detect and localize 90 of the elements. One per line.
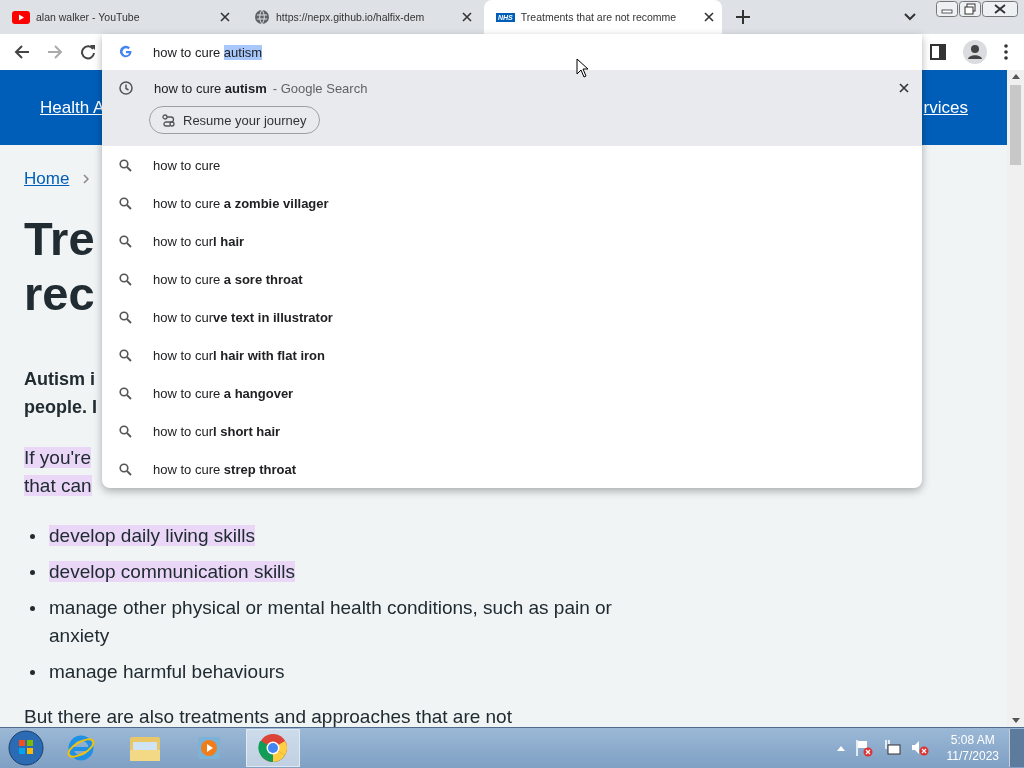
close-icon[interactable] [220,12,230,22]
network-icon[interactable] [882,739,901,757]
suggestion-text: how to cure strep throat [153,461,297,477]
back-icon[interactable] [14,44,30,60]
suggestion-row[interactable]: how to cure autism - Google Search Resume your journey [102,70,922,146]
suggestion-text: how to cure a hangover [153,385,294,401]
restore-icon[interactable] [959,1,981,17]
paragraph-text: that can [24,475,92,496]
address-field[interactable]: how to cure autism [153,44,263,60]
list-item-text: develop daily living skills [49,525,255,546]
suggestion-row[interactable]: how to curl hair [102,222,922,260]
suggestion-text: how to cure a zombie villager [153,195,329,211]
search-engine-icon [119,45,133,59]
search-icon [119,462,132,476]
list-item-text: develop communication skills [49,561,296,582]
bullet-icon [30,670,35,675]
flag-icon[interactable] [854,739,873,757]
play-logo-icon [12,10,30,24]
chevron-down-icon[interactable] [904,13,916,21]
chevron-right-icon [83,174,90,184]
nav-link[interactable]: rvices [923,97,968,118]
search-icon [119,272,132,286]
side-panel-icon[interactable] [930,44,946,60]
suggestion-row[interactable]: how to cure a hangover [102,374,922,412]
intro-text: people. I [24,397,97,417]
remove-icon[interactable] [899,83,909,93]
tab-title: https://nepx.github.io/halfix-dem [276,11,426,23]
search-icon [119,348,132,362]
show-desktop-button[interactable] [1009,729,1024,767]
suggestion-row[interactable]: how to curl hair with flat iron [102,336,922,374]
bullet-icon [30,534,35,539]
search-icon [119,310,132,324]
start-button[interactable] [8,730,44,766]
page-heading: Tre [24,212,95,265]
suggestion-source: - Google Search [272,80,368,96]
suggestion-row[interactable]: how to cure a sore throat [102,260,922,298]
suggestion-text: how to curve text in illustrator [153,309,333,325]
suggestion-text: how to curl hair [153,233,245,249]
speaker-icon[interactable] [910,739,929,757]
bullet-icon [30,570,35,575]
menu-icon[interactable] [1004,44,1008,60]
search-icon [119,196,132,210]
reload-icon[interactable] [80,44,96,60]
scroll-down-icon[interactable] [1011,718,1020,723]
history-icon [119,81,133,95]
paragraph-text: If you're [24,447,91,468]
cursor-icon [576,58,589,78]
close-icon[interactable] [704,12,714,22]
clock-time: 5:08 AM [950,732,995,748]
suggestion-row[interactable]: how to curve text in illustrator [102,298,922,336]
list-item-text: manage other physical or mental health conditions, such as pain or anxiety [49,597,612,646]
scrollbar[interactable] [1007,70,1024,727]
search-icon [119,386,132,400]
suggestion-row[interactable]: how to curl short hair [102,412,922,450]
bullet-icon [30,606,35,611]
close-icon[interactable] [462,12,472,22]
media-player-icon [196,735,222,761]
route-icon [162,113,175,127]
breadcrumb-link[interactable]: Home [24,169,70,189]
suggestion-row[interactable]: how to cure [102,146,922,184]
paragraph-text: But there are also treatments and approaches that are not [24,706,513,727]
globe-icon [254,9,270,25]
scroll-up-icon[interactable] [1011,74,1020,79]
close-window-icon[interactable] [982,1,1018,17]
suggestion-text: how to cure [153,157,221,173]
tab-title: Treatments that are not recomme [520,11,678,23]
browser-tab[interactable]: https://nepx.github.io/halfix-dem [242,0,480,34]
suggestion-text: how to curl short hair [153,423,281,439]
suggestion-text: how to cure a sore throat [153,271,303,287]
tab-title: alan walker - YouTube [36,11,141,23]
suggestion-text: how to cure autism [154,80,267,96]
browser-tab[interactable]: alan walker - YouTube [0,0,238,34]
folder-icon [129,734,161,762]
search-icon [119,234,132,248]
scroll-thumb[interactable] [1010,85,1021,165]
suggestion-row[interactable]: how to cure a zombie villager [102,184,922,222]
minimize-icon[interactable] [936,1,958,17]
browser-e-icon [66,733,96,763]
search-icon [119,158,132,172]
chrome-icon [258,733,288,763]
page-heading: rec [24,267,95,320]
taskbar-button[interactable] [246,729,300,767]
list-item-text: manage harmful behaviours [49,661,285,682]
intro-text: Autism i [24,369,95,389]
clock-date: 11/7/2023 [946,748,999,764]
search-icon [119,424,132,438]
new-tab-icon[interactable] [736,10,750,24]
suggestion-text: how to curl hair with flat iron [153,347,325,363]
suggestion-row[interactable]: how to cure strep throat [102,450,922,488]
profile-icon[interactable] [963,40,987,64]
